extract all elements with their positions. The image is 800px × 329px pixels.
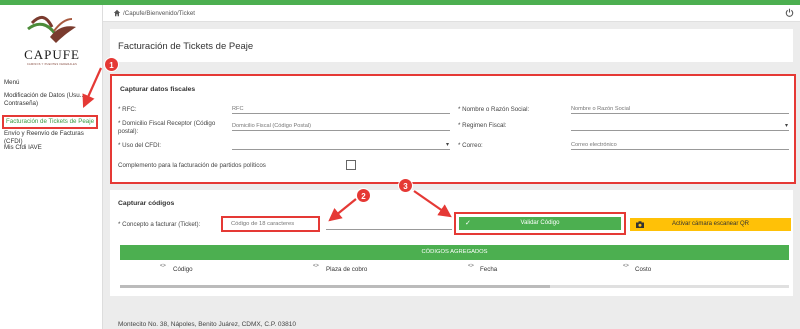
sidebar: CAPUFE CAMINOS Y PUENTES FEDERALES Menú … — [0, 5, 103, 329]
concepto-label: * Concepto a facturar (Ticket): — [118, 221, 201, 228]
sort-icon[interactable]: <> — [623, 263, 629, 269]
nombre-input[interactable] — [571, 104, 789, 114]
ticket-code-input[interactable] — [221, 216, 320, 232]
validate-highlight: ✓ Validar Código — [454, 212, 626, 235]
home-icon[interactable] — [113, 9, 121, 17]
footer-address: Montecito No. 38, Nápoles, Benito Juárez… — [118, 321, 297, 328]
validate-code-label: Validar Código — [520, 220, 560, 226]
fiscal-data-card: Capturar datos fiscales * RFC: * Nombre … — [110, 74, 796, 184]
sort-icon[interactable]: <> — [468, 263, 474, 269]
domicilio-label: * Domicilio Fiscal Receptor (Código post… — [118, 120, 216, 135]
complemento-label: Complemento para la facturación de parti… — [118, 162, 266, 169]
sort-icon[interactable]: <> — [313, 263, 319, 269]
nombre-label: * Nombre o Razón Social: — [458, 106, 530, 113]
uso-cfdi-select[interactable]: ▾ — [232, 140, 450, 150]
sidebar-item-menu[interactable]: Menú — [4, 79, 19, 87]
sidebar-item-facturacion-tickets[interactable]: Facturación de Tickets de Peaje — [2, 115, 99, 129]
annotation-marker-2: 2 — [356, 188, 371, 203]
capufe-logo[interactable]: CAPUFE CAMINOS Y PUENTES FEDERALES — [12, 13, 92, 69]
codes-card: Capturar códigos * Concepto a facturar (… — [110, 190, 793, 296]
correo-label: * Correo: — [458, 142, 483, 149]
regimen-select[interactable]: ▾ — [571, 121, 789, 131]
regimen-label: * Regimen Fiscal: — [458, 122, 507, 129]
power-icon[interactable] — [785, 8, 794, 17]
title-card: Facturación de Tickets de Peaje — [110, 29, 793, 62]
sort-icon[interactable]: <> — [160, 263, 166, 269]
complemento-checkbox[interactable] — [346, 160, 356, 170]
column-header-plaza[interactable]: Plaza de cobro — [326, 266, 367, 273]
qr-camera-label: Activar cámara escanear QR — [671, 221, 750, 227]
chevron-down-icon: ▾ — [784, 123, 788, 129]
table-horizontal-scrollbar[interactable] — [120, 285, 789, 288]
column-header-fecha[interactable]: Fecha — [480, 266, 497, 273]
column-header-codigo[interactable]: Código — [173, 266, 193, 273]
logo-subtitle: CAMINOS Y PUENTES FEDERALES — [26, 63, 78, 66]
logo-name: CAPUFE — [24, 47, 80, 62]
validate-code-button[interactable]: ✓ Validar Código — [459, 217, 621, 230]
domicilio-input[interactable] — [232, 121, 450, 131]
sidebar-item-mis-cfdi-iave[interactable]: Mis Cfdi IAVE — [4, 144, 42, 152]
header-bar: /Capufe/Bienvenido/Ticket — [103, 5, 800, 22]
rfc-input[interactable] — [232, 104, 450, 114]
column-header-costo[interactable]: Costo — [635, 266, 651, 273]
annotation-marker-1: 1 — [104, 57, 119, 72]
scrollbar-thumb[interactable] — [120, 285, 550, 288]
chevron-down-icon: ▾ — [445, 142, 449, 148]
annotation-marker-3: 3 — [398, 178, 413, 193]
page-title: Facturación de Tickets de Peaje — [118, 41, 254, 52]
qr-camera-button[interactable]: Activar cámara escanear QR — [630, 218, 791, 231]
codes-table-title: CÓDIGOS AGREGADOS — [120, 245, 789, 260]
codes-section-title: Capturar códigos — [118, 200, 175, 207]
fiscal-section-title: Capturar datos fiscales — [120, 86, 196, 93]
correo-input[interactable] — [571, 140, 789, 150]
sidebar-item-modificacion-datos[interactable]: Modificación de Datos (Usu... Contraseña… — [4, 92, 100, 108]
capufe-logo-mark-icon — [27, 16, 76, 43]
uso-cfdi-label: * Uso del CFDI: — [118, 142, 161, 149]
breadcrumb[interactable]: /Capufe/Bienvenido/Ticket — [123, 10, 195, 17]
code-input-underline — [326, 229, 452, 230]
rfc-label: * RFC: — [118, 106, 137, 113]
